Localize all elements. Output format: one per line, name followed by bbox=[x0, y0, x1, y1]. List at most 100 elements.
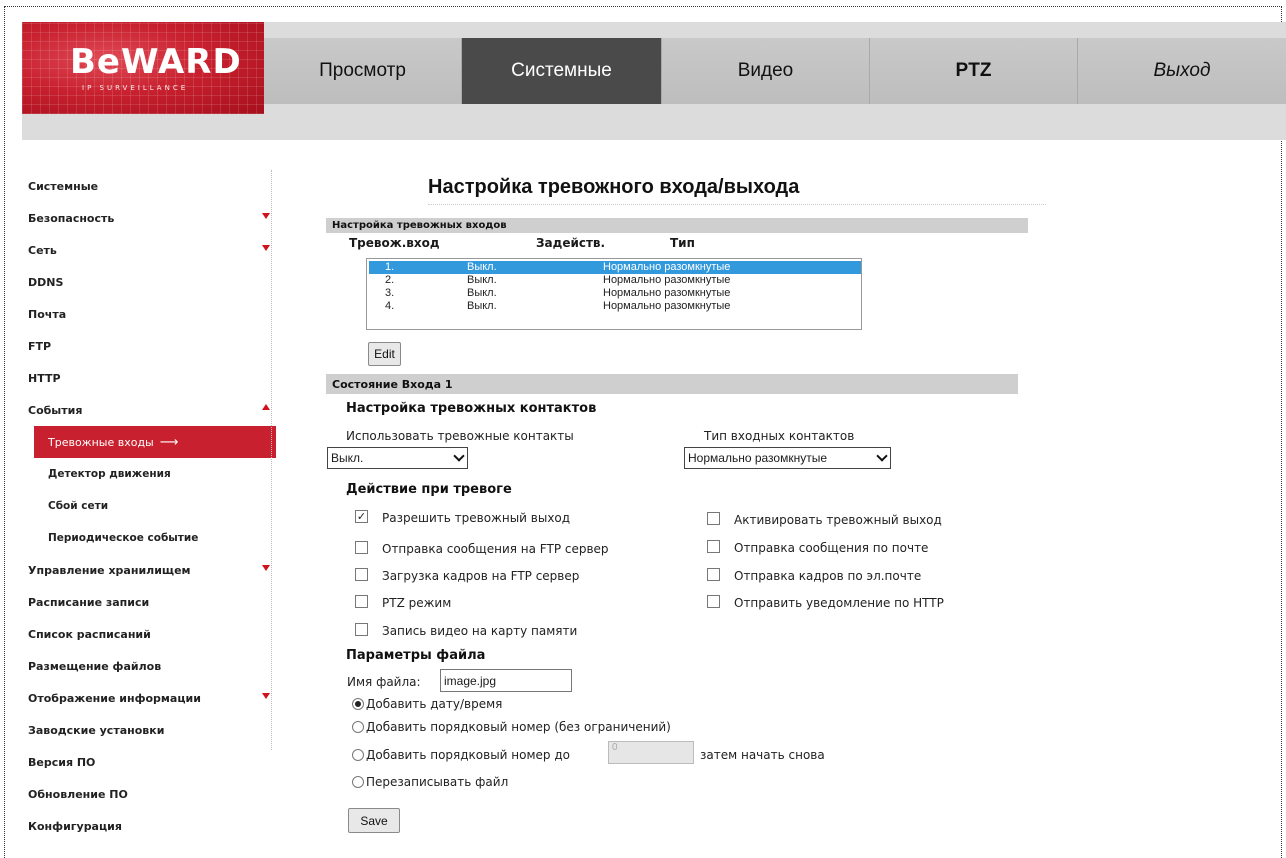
section-header-input-state: Состояние Входа 1 bbox=[326, 374, 1018, 394]
sd-record-checkbox[interactable] bbox=[355, 623, 368, 636]
radio-overwrite[interactable] bbox=[352, 776, 364, 788]
expand-down-icon bbox=[262, 213, 270, 219]
sidebar-item-label: Тревожные входы bbox=[48, 435, 154, 449]
sidebar-item-label: Заводские установки bbox=[28, 723, 165, 737]
radio-add-sequence-limit[interactable] bbox=[352, 749, 364, 761]
sidebar-item-alarm-inputs[interactable]: Тревожные входы ⟶ bbox=[34, 426, 276, 458]
email-frames-checkbox[interactable] bbox=[707, 568, 720, 581]
radio-add-sequence-unlimited-label: Добавить порядковый номер (без ограничен… bbox=[366, 720, 671, 734]
file-params-heading: Параметры файла bbox=[346, 648, 486, 663]
sidebar-item-firmware-update[interactable]: Обновление ПО bbox=[22, 778, 276, 810]
sidebar-item-factory-defaults[interactable]: Заводские установки bbox=[22, 714, 276, 746]
nav-logout[interactable]: Выход bbox=[1078, 38, 1286, 104]
action-heading: Действие при тревоге bbox=[346, 482, 512, 497]
sidebar-item-security[interactable]: Безопасность bbox=[22, 202, 276, 234]
ftp-message-checkbox[interactable] bbox=[355, 541, 368, 554]
list-item[interactable]: 4. Выкл. Нормально разомкнутые bbox=[369, 300, 861, 313]
cell-input-number: 2. bbox=[385, 274, 395, 286]
sidebar-item-configuration[interactable]: Конфигурация bbox=[22, 810, 276, 842]
cell-input-number: 3. bbox=[385, 287, 395, 299]
page-title: Настройка тревожного входа/выхода bbox=[428, 176, 800, 198]
ftp-upload-checkbox[interactable] bbox=[355, 568, 368, 581]
alarm-output-checkbox[interactable]: ✓ bbox=[355, 510, 368, 523]
chevron-down-icon bbox=[453, 449, 465, 462]
list-item[interactable]: 2. Выкл. Нормально разомкнутые bbox=[369, 274, 861, 287]
activate-output-label: Активировать тревожный выход bbox=[734, 513, 942, 527]
cell-type: Нормально разомкнутые bbox=[603, 300, 731, 312]
sidebar: Системные Безопасность Сеть DDNS Почта F… bbox=[22, 170, 276, 842]
expand-down-icon bbox=[262, 693, 270, 699]
sidebar-item-ftp[interactable]: FTP bbox=[22, 330, 276, 362]
cell-type: Нормально разомкнутые bbox=[603, 287, 731, 299]
chevron-down-icon bbox=[876, 449, 888, 462]
list-item[interactable]: 1. Выкл. Нормально разомкнутые bbox=[369, 261, 861, 274]
sidebar-item-info-display[interactable]: Отображение информации bbox=[22, 682, 276, 714]
sidebar-item-label: События bbox=[28, 403, 83, 417]
sidebar-item-label: Сбой сети bbox=[48, 500, 109, 512]
title-underline bbox=[428, 204, 1046, 205]
cell-type: Нормально разомкнутые bbox=[603, 274, 731, 286]
nav-view[interactable]: Просмотр bbox=[264, 38, 462, 104]
sidebar-item-ddns[interactable]: DDNS bbox=[22, 266, 276, 298]
sidebar-item-firmware-version[interactable]: Версия ПО bbox=[22, 746, 276, 778]
radio-overwrite-label: Перезаписывать файл bbox=[366, 775, 509, 789]
save-button[interactable]: Save bbox=[348, 808, 400, 833]
activate-output-checkbox[interactable] bbox=[707, 512, 720, 525]
sidebar-item-file-placement[interactable]: Размещение файлов bbox=[22, 650, 276, 682]
use-contacts-label: Использовать тревожные контакты bbox=[346, 429, 574, 443]
brand-logo[interactable]: BeWARD IP SURVEILLANCE bbox=[22, 22, 264, 114]
nav-ptz[interactable]: PTZ bbox=[870, 38, 1078, 104]
logo-subtitle: IP SURVEILLANCE bbox=[82, 84, 189, 92]
email-message-label: Отправка сообщения по почте bbox=[734, 541, 929, 555]
sidebar-item-motion-detector[interactable]: Детектор движения bbox=[22, 458, 276, 490]
restart-label: затем начать снова bbox=[700, 748, 825, 762]
radio-add-sequence-unlimited[interactable] bbox=[352, 721, 364, 733]
sidebar-item-label: DDNS bbox=[28, 275, 64, 289]
alarm-inputs-list[interactable]: 1. Выкл. Нормально разомкнутые 2. Выкл. … bbox=[366, 258, 862, 330]
filename-label: Имя файла: bbox=[347, 675, 421, 689]
alarm-output-label: Разрешить тревожный выход bbox=[382, 511, 571, 525]
sidebar-item-periodic-event[interactable]: Периодическое событие bbox=[22, 522, 276, 554]
column-header-input: Тревож.вход bbox=[349, 236, 440, 250]
sidebar-item-record-schedule[interactable]: Расписание записи bbox=[22, 586, 276, 618]
sidebar-item-network-failure[interactable]: Сбой сети bbox=[22, 490, 276, 522]
list-item[interactable]: 3. Выкл. Нормально разомкнутые bbox=[369, 287, 861, 300]
contact-type-select[interactable]: Нормально разомкнутые bbox=[684, 447, 891, 469]
cell-input-number: 1. bbox=[385, 261, 395, 273]
collapse-up-icon bbox=[262, 404, 270, 410]
sidebar-item-schedule-list[interactable]: Список расписаний bbox=[22, 618, 276, 650]
sidebar-item-mail[interactable]: Почта bbox=[22, 298, 276, 330]
nav-system[interactable]: Системные bbox=[462, 38, 662, 104]
sidebar-item-label: Версия ПО bbox=[28, 755, 96, 769]
radio-add-datetime[interactable] bbox=[352, 698, 364, 710]
sd-record-label: Запись видео на карту памяти bbox=[382, 624, 578, 638]
sidebar-item-label: Сеть bbox=[28, 243, 57, 257]
ptz-mode-label: PTZ режим bbox=[382, 596, 452, 610]
cell-input-number: 4. bbox=[385, 300, 395, 312]
sidebar-item-label: Отображение информации bbox=[28, 691, 201, 705]
cell-enabled: Выкл. bbox=[467, 274, 497, 286]
sidebar-item-label: FTP bbox=[28, 339, 52, 353]
use-contacts-value: Выкл. bbox=[331, 451, 364, 465]
expand-down-icon bbox=[262, 565, 270, 571]
http-notify-checkbox[interactable] bbox=[707, 595, 720, 608]
edit-button[interactable]: Edit bbox=[368, 342, 401, 366]
sidebar-item-events[interactable]: События bbox=[22, 394, 276, 426]
sidebar-item-label: HTTP bbox=[28, 371, 61, 385]
cell-enabled: Выкл. bbox=[467, 287, 497, 299]
filename-input[interactable]: image.jpg bbox=[440, 669, 572, 692]
sidebar-divider bbox=[271, 170, 272, 750]
column-header-type: Тип bbox=[670, 236, 695, 250]
ptz-mode-checkbox[interactable] bbox=[355, 595, 368, 608]
sidebar-item-system[interactable]: Системные bbox=[22, 170, 276, 202]
email-message-checkbox[interactable] bbox=[707, 540, 720, 553]
logo-text: BeWARD bbox=[70, 42, 242, 82]
sidebar-item-http[interactable]: HTTP bbox=[22, 362, 276, 394]
sequence-limit-input[interactable]: 0 bbox=[608, 741, 694, 764]
sidebar-item-storage[interactable]: Управление хранилищем bbox=[22, 554, 276, 586]
radio-add-sequence-limit-label: Добавить порядковый номер до bbox=[366, 748, 570, 762]
sidebar-item-network[interactable]: Сеть bbox=[22, 234, 276, 266]
contacts-heading: Настройка тревожных контактов bbox=[346, 401, 597, 416]
use-contacts-select[interactable]: Выкл. bbox=[327, 447, 468, 469]
nav-video[interactable]: Видео bbox=[662, 38, 870, 104]
